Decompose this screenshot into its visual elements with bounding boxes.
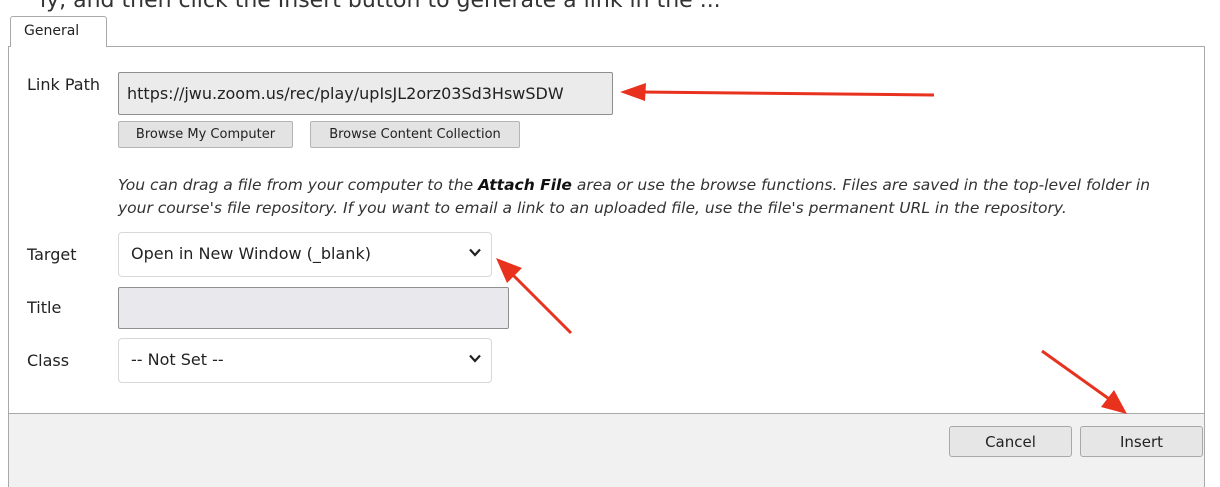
class-select[interactable]: -- Not Set -- xyxy=(118,338,492,383)
insert-button[interactable]: Insert xyxy=(1080,426,1203,457)
title-field[interactable] xyxy=(118,287,509,329)
link-path-input[interactable] xyxy=(119,73,612,114)
top-cutoff-text: ly, and then click the Insert button to … xyxy=(40,0,721,13)
title-input[interactable] xyxy=(119,288,508,328)
chevron-down-icon xyxy=(469,354,481,363)
top-cutoff-strip: ly, and then click the Insert button to … xyxy=(0,0,1220,14)
help-text-bold: Attach File xyxy=(478,176,572,194)
target-select[interactable]: Open in New Window (_blank) xyxy=(118,232,492,277)
target-select-value: Open in New Window (_blank) xyxy=(131,244,371,263)
link-path-label: Link Path xyxy=(27,75,100,94)
chevron-down-icon xyxy=(469,248,481,257)
title-label: Title xyxy=(27,298,62,317)
tab-general[interactable]: General xyxy=(10,16,107,47)
browse-my-computer-button[interactable]: Browse My Computer xyxy=(118,121,293,148)
target-label: Target xyxy=(27,245,77,264)
class-select-value: -- Not Set -- xyxy=(131,350,224,369)
tab-general-label: General xyxy=(24,23,80,39)
help-text: You can drag a file from your computer t… xyxy=(118,174,1183,220)
help-text-before: You can drag a file from your computer t… xyxy=(118,176,479,194)
link-path-field[interactable] xyxy=(118,72,613,115)
browse-content-collection-button[interactable]: Browse Content Collection xyxy=(310,121,520,148)
cancel-button[interactable]: Cancel xyxy=(949,426,1072,457)
class-label: Class xyxy=(27,351,70,370)
